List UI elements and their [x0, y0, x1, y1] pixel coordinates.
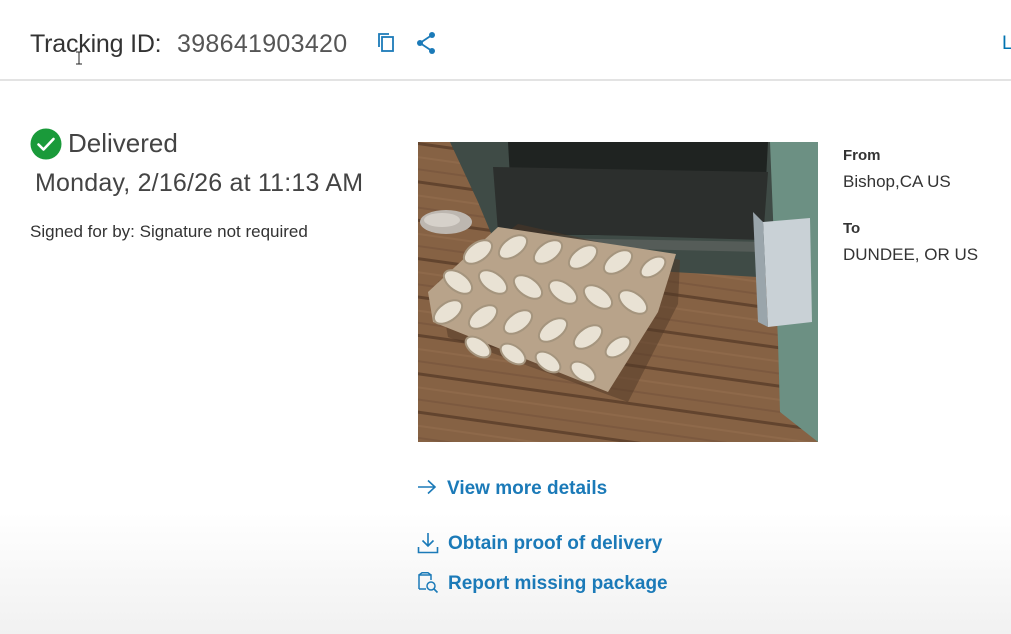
download-icon [417, 533, 439, 554]
delivery-status: Delivered [68, 128, 178, 158]
from-label: From [843, 147, 881, 164]
header-edge-link[interactable]: L [1002, 33, 1011, 55]
to-label: To [843, 220, 861, 237]
report-missing-package-link[interactable]: Report missing package [448, 573, 668, 595]
delivery-date: Monday, 2/16/26 at 11:13 AM [35, 169, 364, 197]
arrow-right-icon [418, 479, 437, 495]
text-cursor-icon [76, 51, 82, 65]
view-more-details-link[interactable]: View more details [447, 478, 607, 500]
tracking-header: Tracking ID: 398641903420 L [0, 0, 1011, 81]
tracking-id-label: Tracking ID: [30, 30, 162, 58]
copy-icon[interactable] [376, 32, 396, 54]
tracking-id-value: 398641903420 [177, 30, 348, 58]
obtain-proof-of-delivery-link[interactable]: Obtain proof of delivery [448, 533, 662, 555]
to-location: DUNDEE, OR US [843, 245, 979, 264]
share-icon[interactable] [415, 31, 437, 55]
checkmark-circle-icon [30, 128, 62, 160]
delivery-photo[interactable] [418, 142, 818, 442]
package-search-icon [418, 572, 439, 594]
signed-for-by: Signed for by: Signature not required [30, 222, 308, 241]
from-location: Bishop,CA US [843, 172, 951, 191]
